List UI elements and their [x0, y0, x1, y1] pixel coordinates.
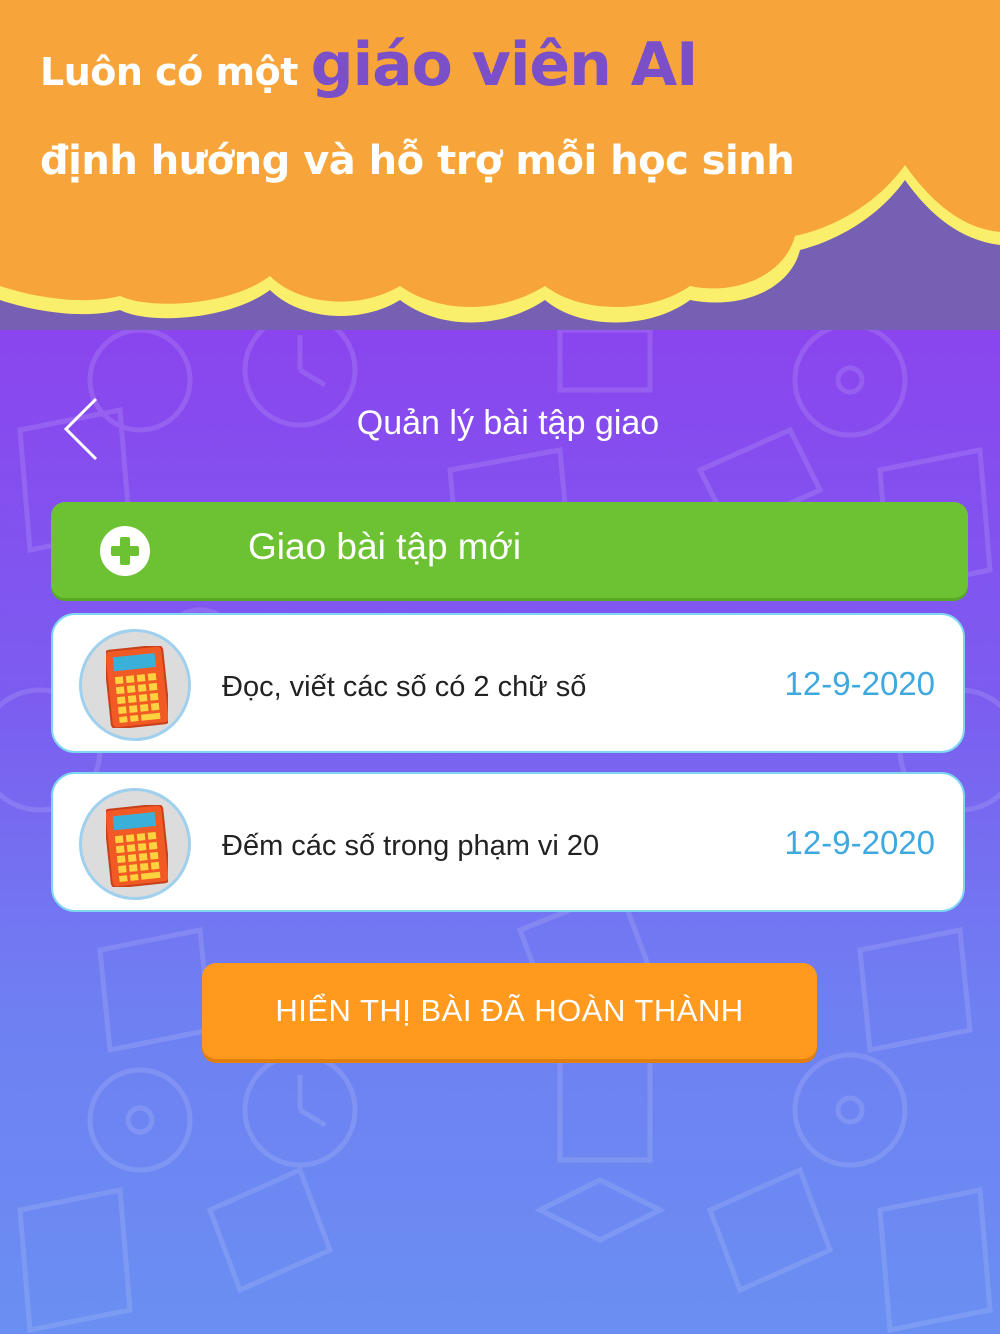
calculator-icon [79, 629, 191, 741]
banner-headline-prefix: Luôn có một [40, 50, 298, 94]
plus-circle-icon[interactable] [100, 526, 150, 576]
assignment-card[interactable]: Đếm các số trong phạm vi 20 12-9-2020 [51, 772, 965, 912]
show-completed-button[interactable]: HIỂN THỊ BÀI ĐÃ HOÀN THÀNH [202, 963, 817, 1059]
assignment-card[interactable]: Đọc, viết các số có 2 chữ số 12-9-2020 [51, 613, 965, 753]
promo-banner: Luôn có một giáo viên AI định hướng và h… [0, 0, 1000, 340]
calculator-icon [79, 788, 191, 900]
banner-headline-accent: giáo viên AI [310, 30, 699, 100]
page-title: Quản lý bài tập giao [356, 404, 660, 442]
add-assignment-label[interactable]: Giao bài tập mới [248, 526, 521, 568]
banner-headline-line1: Luôn có một giáo viên AI [40, 30, 699, 100]
banner-headline-line2: định hướng và hỗ trợ mỗi học sinh [40, 138, 795, 184]
assignment-date: 12-9-2020 [784, 824, 935, 861]
assignment-date: 12-9-2020 [784, 665, 935, 702]
assignment-title: Đếm các số trong phạm vi 20 [222, 830, 600, 862]
assignment-title: Đọc, viết các số có 2 chữ số [222, 671, 587, 703]
